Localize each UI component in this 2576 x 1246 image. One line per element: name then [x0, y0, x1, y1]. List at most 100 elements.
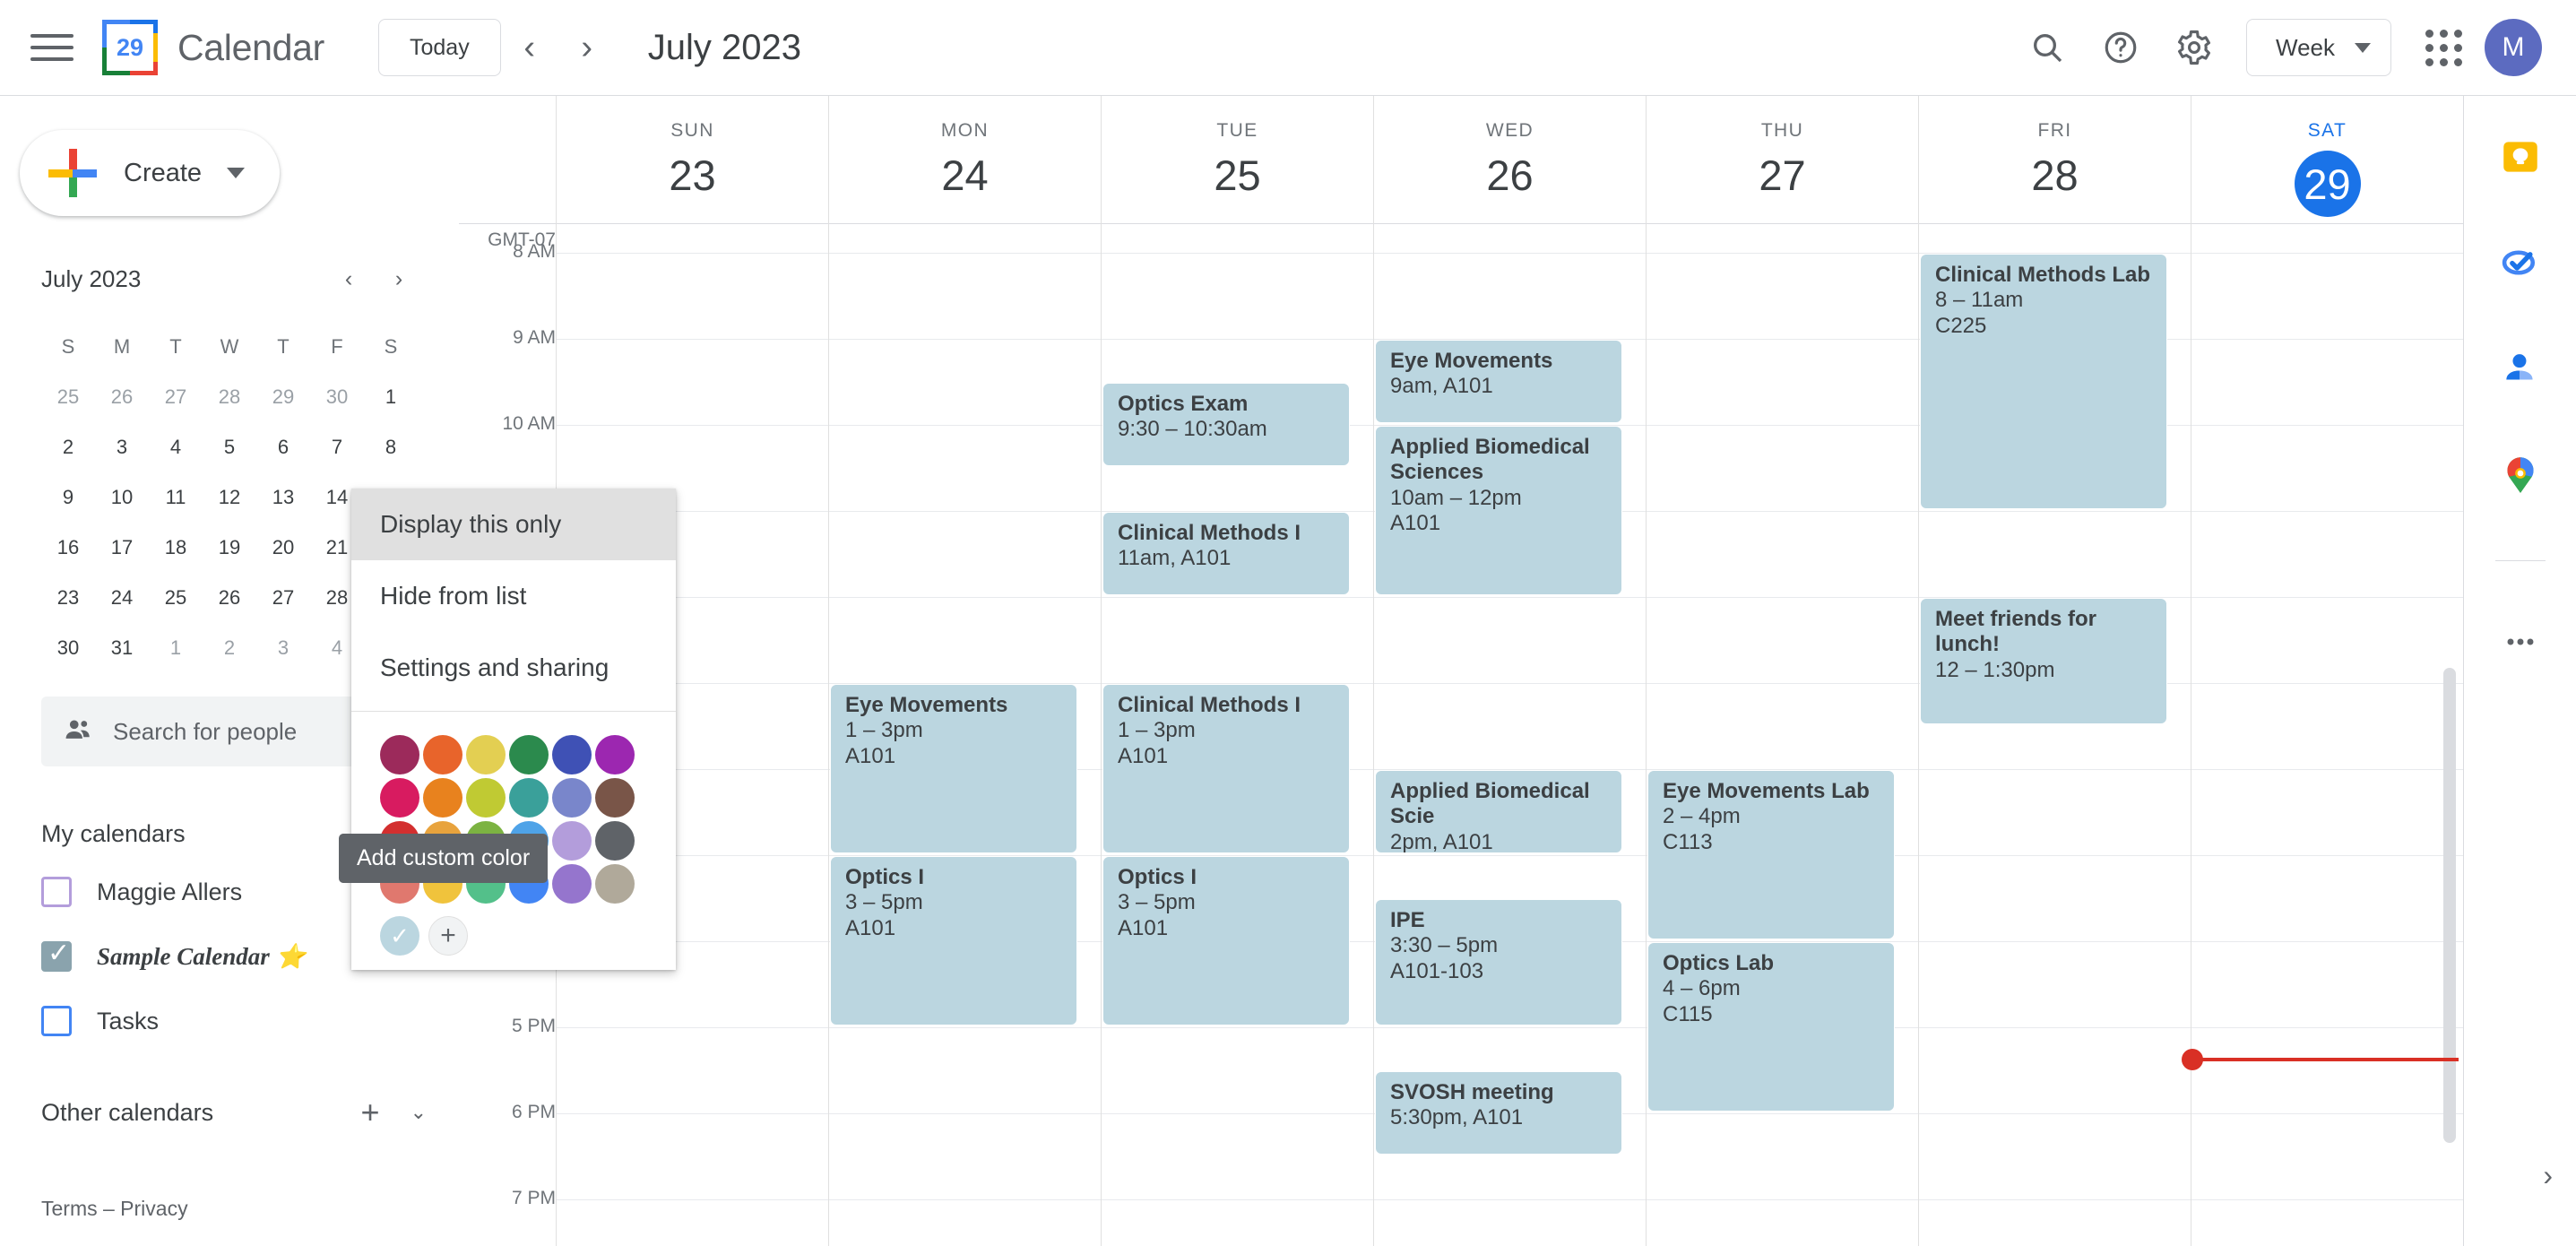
color-swatch[interactable]: [595, 821, 635, 861]
day-header-tue[interactable]: TUE 25: [1101, 96, 1373, 224]
calendar-scrollbar[interactable]: [2443, 112, 2456, 1143]
color-swatch[interactable]: [595, 778, 635, 818]
day-header-number[interactable]: 23: [669, 151, 715, 200]
time-grid[interactable]: GMT-07 8 AM9 AM10 AM11 AM12 PM1 PM2 PM3 …: [459, 224, 2463, 1246]
day-header-thu[interactable]: THU 27: [1646, 96, 1918, 224]
add-other-calendar-icon[interactable]: +: [361, 1094, 380, 1131]
calendar-event[interactable]: Optics I3 – 5pm A101: [1102, 856, 1350, 1025]
color-swatch[interactable]: [423, 735, 462, 774]
color-swatch[interactable]: [552, 778, 592, 818]
day-header-number[interactable]: 27: [1759, 151, 1805, 200]
calendar-checkbox[interactable]: [41, 877, 72, 907]
calendar-event[interactable]: Clinical Methods I1 – 3pm A101: [1102, 684, 1350, 853]
create-button[interactable]: Create: [20, 130, 280, 216]
mini-calendar-day[interactable]: 5: [203, 422, 256, 472]
more-horizontal-icon[interactable]: [2495, 617, 2546, 667]
mini-calendar-day[interactable]: 28: [203, 372, 256, 422]
mini-calendar-day[interactable]: 25: [41, 372, 95, 422]
mini-calendar-day[interactable]: 1: [149, 623, 203, 673]
context-menu-item[interactable]: Settings and sharing: [351, 632, 676, 704]
mini-calendar-day[interactable]: 3: [256, 623, 310, 673]
calendar-checkbox[interactable]: [41, 1006, 72, 1036]
keep-icon[interactable]: [2495, 132, 2546, 182]
mini-calendar-day[interactable]: 20: [256, 523, 310, 573]
color-swatch[interactable]: [380, 778, 419, 818]
next-period-icon[interactable]: ›: [558, 19, 616, 76]
tasks-icon[interactable]: [2495, 238, 2546, 288]
color-swatch[interactable]: [595, 864, 635, 904]
mini-calendar-day[interactable]: 25: [149, 573, 203, 623]
mini-calendar-day[interactable]: 23: [41, 573, 95, 623]
day-header-mon[interactable]: MON 24: [828, 96, 1101, 224]
view-selector[interactable]: Week: [2246, 19, 2391, 76]
color-swatch[interactable]: [509, 735, 549, 774]
mini-calendar-day[interactable]: 4: [149, 422, 203, 472]
context-menu-item[interactable]: Hide from list: [351, 560, 676, 632]
day-header-number[interactable]: 28: [2031, 151, 2078, 200]
calendar-event[interactable]: Eye Movements 9am, A101: [1375, 340, 1622, 423]
mini-calendar-prev-icon[interactable]: ‹: [330, 260, 367, 298]
maps-icon[interactable]: [2495, 449, 2546, 499]
mini-calendar-day[interactable]: 26: [95, 372, 149, 422]
contacts-icon[interactable]: [2495, 343, 2546, 394]
mini-calendar-day[interactable]: 8: [364, 422, 418, 472]
day-header-sat[interactable]: SAT 29: [2191, 96, 2463, 224]
mini-calendar-day[interactable]: 2: [203, 623, 256, 673]
avatar[interactable]: M: [2485, 19, 2542, 76]
color-swatch[interactable]: [552, 735, 592, 774]
mini-calendar-day[interactable]: 29: [256, 372, 310, 422]
color-swatch[interactable]: [380, 735, 419, 774]
calendar-event[interactable]: Clinical Methods I 11am, A101: [1102, 512, 1350, 595]
calendar-event[interactable]: SVOSH meeting 5:30pm, A101: [1375, 1071, 1622, 1155]
calendar-event[interactable]: IPE 3:30 – 5pm A101-103: [1375, 899, 1622, 1025]
calendar-list-item[interactable]: Tasks: [41, 1000, 459, 1042]
calendar-event[interactable]: Optics I3 – 5pm A101: [830, 856, 1077, 1025]
day-header-number[interactable]: 25: [1214, 151, 1260, 200]
mini-calendar-day[interactable]: 1: [364, 372, 418, 422]
mini-calendar-day[interactable]: 12: [203, 472, 256, 523]
add-custom-color-button[interactable]: +: [428, 916, 468, 956]
mini-calendar-day[interactable]: 26: [203, 573, 256, 623]
color-swatch[interactable]: [509, 778, 549, 818]
other-calendars-header[interactable]: Other calendars + ⌄: [41, 1094, 427, 1131]
calendar-event[interactable]: Eye Movements Lab 2 – 4pm C113: [1647, 770, 1895, 939]
chevron-down-icon[interactable]: ⌄: [411, 1101, 427, 1124]
mini-calendar-day[interactable]: 30: [310, 372, 364, 422]
help-icon[interactable]: [2088, 15, 2153, 80]
search-icon[interactable]: [2015, 15, 2079, 80]
calendar-checkbox[interactable]: [41, 938, 72, 972]
mini-calendar-day[interactable]: 30: [41, 623, 95, 673]
day-header-wed[interactable]: WED 26: [1373, 96, 1646, 224]
calendar-event[interactable]: Meet friends for lunch! 12 – 1:30pm: [1920, 598, 2167, 724]
calendar-event[interactable]: Eye Movements 1 – 3pm A101: [830, 684, 1077, 853]
color-swatch[interactable]: [552, 864, 592, 904]
mini-calendar-day[interactable]: 18: [149, 523, 203, 573]
mini-calendar-day[interactable]: 17: [95, 523, 149, 573]
mini-calendar-day[interactable]: 16: [41, 523, 95, 573]
mini-calendar-next-icon[interactable]: ›: [380, 260, 418, 298]
calendar-event[interactable]: Optics Lab 4 – 6pm C115: [1647, 942, 1895, 1112]
mini-calendar-day[interactable]: 13: [256, 472, 310, 523]
day-header-fri[interactable]: FRI 28: [1918, 96, 2191, 224]
day-header-number[interactable]: 24: [941, 151, 988, 200]
mini-calendar-day[interactable]: 2: [41, 422, 95, 472]
mini-calendar-day[interactable]: 10: [95, 472, 149, 523]
mini-calendar-day[interactable]: 9: [41, 472, 95, 523]
mini-calendar-day[interactable]: 27: [256, 573, 310, 623]
terms-privacy-link[interactable]: Terms – Privacy: [41, 1197, 188, 1221]
previous-period-icon[interactable]: ‹: [501, 19, 558, 76]
mini-calendar-day[interactable]: 3: [95, 422, 149, 472]
today-button[interactable]: Today: [377, 19, 501, 76]
mini-calendar-day[interactable]: 31: [95, 623, 149, 673]
mini-calendar-day[interactable]: 27: [149, 372, 203, 422]
color-swatch[interactable]: [466, 778, 506, 818]
color-swatch[interactable]: [466, 735, 506, 774]
google-apps-icon[interactable]: [2411, 15, 2476, 80]
day-header-number[interactable]: 29: [2294, 151, 2361, 217]
color-swatch[interactable]: [595, 735, 635, 774]
settings-gear-icon[interactable]: [2162, 15, 2226, 80]
expand-side-panel-icon[interactable]: ›: [2543, 1159, 2553, 1192]
mini-calendar-day[interactable]: 19: [203, 523, 256, 573]
selected-color-swatch[interactable]: ✓: [380, 916, 419, 956]
mini-calendar-day[interactable]: 7: [310, 422, 364, 472]
